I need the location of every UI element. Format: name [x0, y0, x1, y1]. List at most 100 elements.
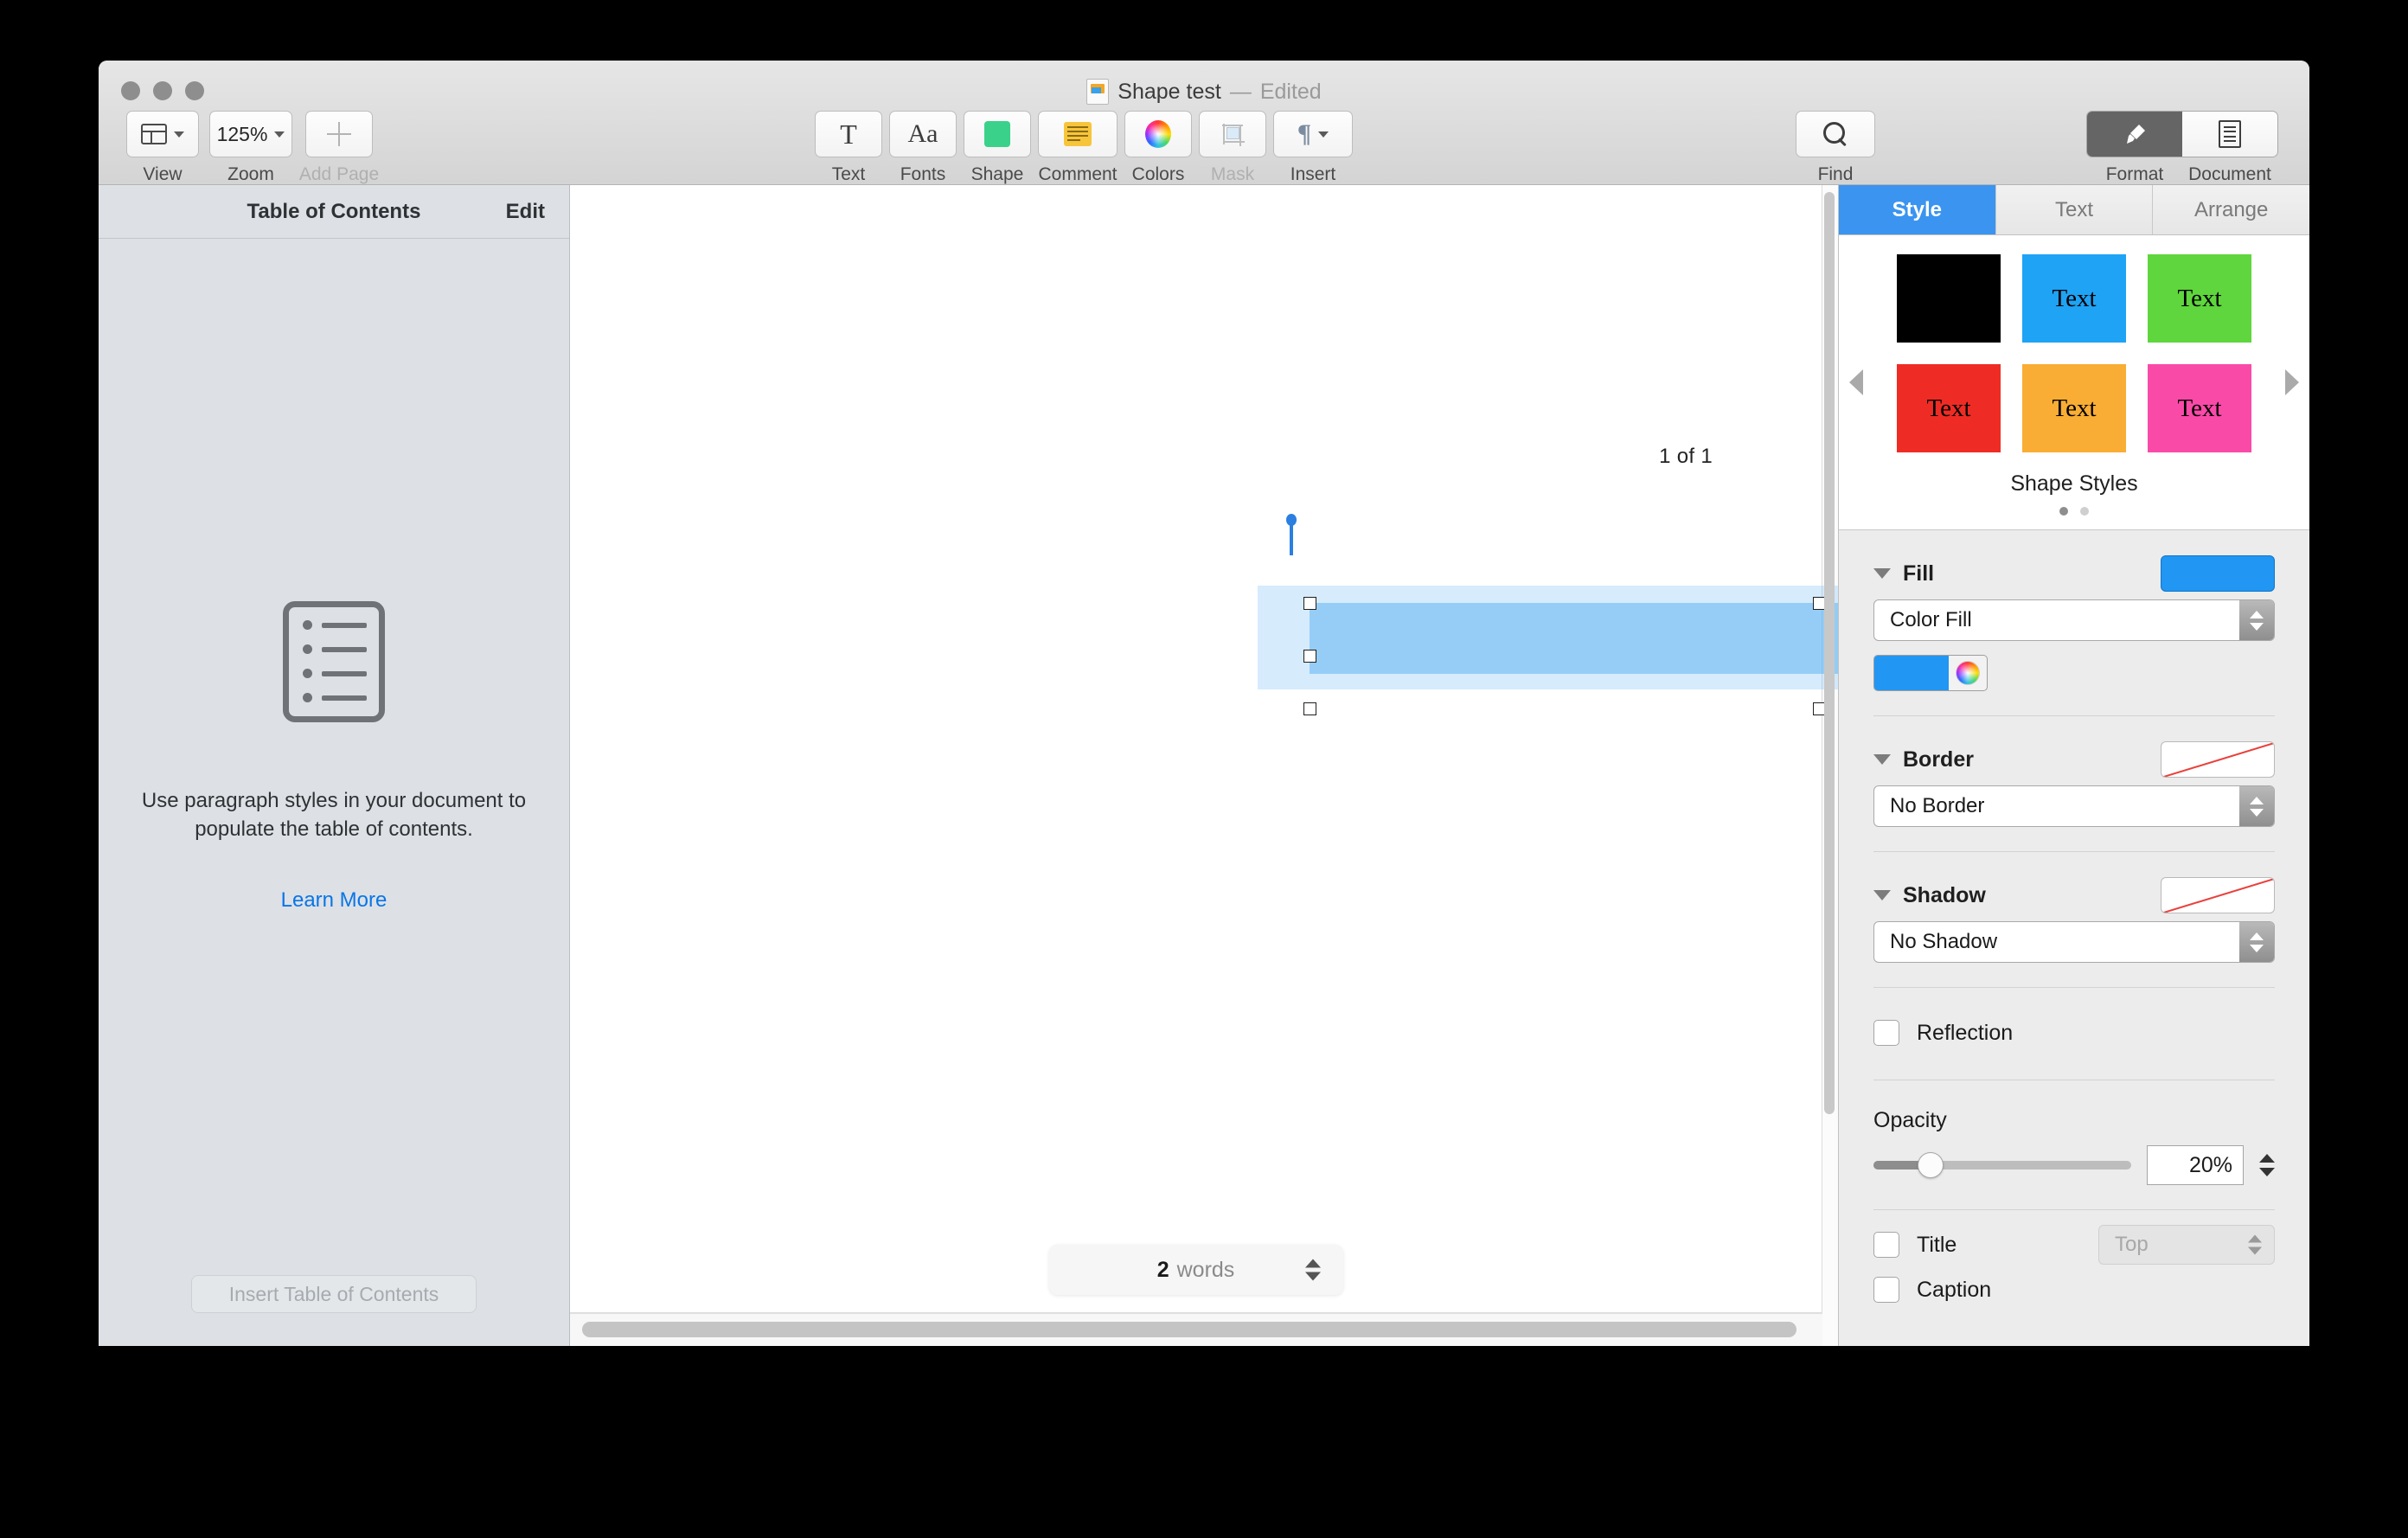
fill-section: Fill Color Fill: [1873, 530, 2275, 691]
word-count-stepper[interactable]: [1304, 1259, 1321, 1281]
fonts-button[interactable]: Aa: [889, 111, 957, 157]
toolbar-item-shape[interactable]: Shape: [964, 111, 1031, 185]
toolbar-item-insert[interactable]: ¶ Insert: [1273, 111, 1353, 185]
shape-button[interactable]: [964, 111, 1031, 157]
toolbar-item-add-page[interactable]: Add Page: [298, 111, 381, 185]
toolbar-item-comment[interactable]: Comment: [1038, 111, 1118, 185]
text-button[interactable]: T: [815, 111, 882, 157]
format-toggle-button[interactable]: [2087, 112, 2182, 157]
fill-color-well[interactable]: [1873, 655, 1988, 691]
insert-table-of-contents-button[interactable]: Insert Table of Contents: [191, 1275, 477, 1313]
comment-button[interactable]: [1038, 111, 1118, 157]
shape-style-swatch[interactable]: Text: [2148, 254, 2251, 343]
toolbar-item-zoom[interactable]: 125% Zoom: [209, 111, 292, 185]
view-button[interactable]: [126, 111, 199, 157]
shape-style-swatch[interactable]: Text: [2022, 364, 2126, 452]
disclosure-triangle-icon[interactable]: [1873, 890, 1891, 900]
find-button[interactable]: [1796, 111, 1875, 157]
popup-arrows-icon[interactable]: [2239, 922, 2274, 962]
window-titlebar: Shape test — Edited View 125% Zoom Add P…: [99, 61, 2309, 185]
caption-checkbox[interactable]: [1873, 1277, 1899, 1303]
shadow-mode-popup[interactable]: No Shadow: [1873, 921, 2275, 963]
opacity-slider[interactable]: [1873, 1152, 2131, 1178]
toolbar-find-group: Find: [1794, 111, 1877, 185]
page-dot-1[interactable]: [2059, 507, 2068, 516]
shape-style-swatch[interactable]: [1897, 254, 2001, 343]
shadow-preview-swatch[interactable]: [2161, 877, 2275, 913]
text-label: Text: [831, 164, 866, 184]
inspector-sections: Fill Color Fill Border No Border Shadow …: [1839, 530, 2309, 1346]
toolbar-center-group: T Text Aa Fonts Shape Comment Colors Mas…: [815, 111, 1353, 185]
title-checkbox-row[interactable]: Title: [1873, 1222, 2098, 1267]
disclosure-triangle-icon[interactable]: [1873, 568, 1891, 579]
shadow-section-header[interactable]: Shadow: [1873, 875, 2275, 916]
word-count-badge[interactable]: 2 words: [1048, 1245, 1343, 1295]
popup-arrows-icon[interactable]: [2239, 786, 2274, 826]
shape-style-swatch[interactable]: Text: [2022, 254, 2126, 343]
toolbar-item-fonts[interactable]: Aa Fonts: [889, 111, 957, 185]
fill-mode-popup[interactable]: Color Fill: [1873, 599, 2275, 641]
popup-arrows-icon[interactable]: [2239, 600, 2274, 640]
shape-styles-page-dots[interactable]: [1839, 507, 2309, 516]
caption-checkbox-row[interactable]: Caption: [1873, 1267, 2275, 1312]
zoom-button[interactable]: 125%: [209, 111, 292, 157]
shape-style-swatch[interactable]: Text: [1897, 364, 2001, 452]
reflection-row[interactable]: Reflection: [1873, 1010, 2275, 1055]
paint-brush-icon: [2122, 121, 2148, 147]
document-toggle-button[interactable]: [2182, 112, 2277, 157]
tab-text[interactable]: Text: [1995, 185, 2154, 234]
border-title: Border: [1903, 747, 1974, 772]
opacity-value-field[interactable]: 20%: [2147, 1145, 2244, 1185]
selection-handle-top-left[interactable]: [1303, 597, 1316, 610]
title-checkbox[interactable]: [1873, 1232, 1899, 1258]
pages-document-icon: [1086, 79, 1110, 105]
chevron-right-icon[interactable]: [2285, 369, 2299, 395]
reflection-checkbox[interactable]: [1873, 1020, 1899, 1046]
tab-arrange[interactable]: Arrange: [2153, 185, 2309, 234]
sidebar-edit-button[interactable]: Edit: [506, 200, 545, 224]
document-page[interactable]: 1 of 1 SLIDE1 SLIDE1 2 words: [570, 185, 1838, 1313]
learn-more-link[interactable]: Learn More: [281, 888, 387, 913]
border-mode-popup[interactable]: No Border: [1873, 785, 2275, 827]
selection-handle-middle-left[interactable]: [1303, 650, 1316, 663]
disclosure-triangle-icon[interactable]: [1873, 754, 1891, 765]
fill-section-header[interactable]: Fill: [1873, 553, 2275, 594]
fill-preview-swatch[interactable]: [2161, 555, 2275, 592]
shadow-section: Shadow No Shadow: [1873, 852, 2275, 963]
fill-color-swatch[interactable]: [1874, 656, 1949, 690]
opacity-slider-knob[interactable]: [1917, 1152, 1944, 1178]
format-inspector-panel: Style Text Arrange Text Text Text Text T…: [1838, 185, 2309, 1346]
sidebar-empty-message: Use paragraph styles in your document to…: [141, 788, 527, 841]
horizontal-scrollbar[interactable]: [582, 1322, 1796, 1337]
text-cursor-caret: [1286, 514, 1297, 555]
toolbar-item-view[interactable]: View: [121, 111, 204, 185]
selected-shape[interactable]: SLIDE1 SLIDE1: [1310, 603, 1838, 674]
insert-button[interactable]: ¶: [1273, 111, 1353, 157]
title-position-popup[interactable]: Top: [2098, 1225, 2275, 1265]
reflection-label: Reflection: [1917, 1020, 2014, 1045]
reflection-section: Reflection: [1873, 988, 2275, 1055]
add-page-button[interactable]: [305, 111, 373, 157]
chevron-left-icon[interactable]: [1849, 369, 1863, 395]
vertical-scrollbar[interactable]: [1824, 192, 1835, 1114]
comment-label: Comment: [1038, 164, 1118, 184]
toolbar-item-find[interactable]: Find: [1794, 111, 1877, 185]
mask-label: Mask: [1210, 164, 1255, 184]
toolbar-item-text[interactable]: T Text: [815, 111, 882, 185]
colors-button[interactable]: [1124, 111, 1192, 157]
opacity-stepper[interactable]: [2259, 1154, 2275, 1176]
popup-arrows-icon[interactable]: [2248, 1234, 2262, 1255]
toc-list-document-icon: [283, 600, 385, 722]
sidebar-header: Table of Contents Edit: [99, 185, 569, 239]
format-document-segmented-control[interactable]: [2086, 111, 2278, 157]
color-wheel-icon: [1145, 120, 1171, 148]
border-section-header[interactable]: Border: [1873, 739, 2275, 780]
fill-color-wheel-button[interactable]: [1949, 656, 1987, 690]
tab-style[interactable]: Style: [1839, 185, 1996, 234]
mask-button: [1199, 111, 1266, 157]
shape-style-swatch[interactable]: Text: [2148, 364, 2251, 452]
page-dot-2[interactable]: [2080, 507, 2089, 516]
selection-handle-bottom-left[interactable]: [1303, 702, 1316, 715]
toolbar-item-colors[interactable]: Colors: [1124, 111, 1192, 185]
border-preview-swatch[interactable]: [2161, 741, 2275, 778]
